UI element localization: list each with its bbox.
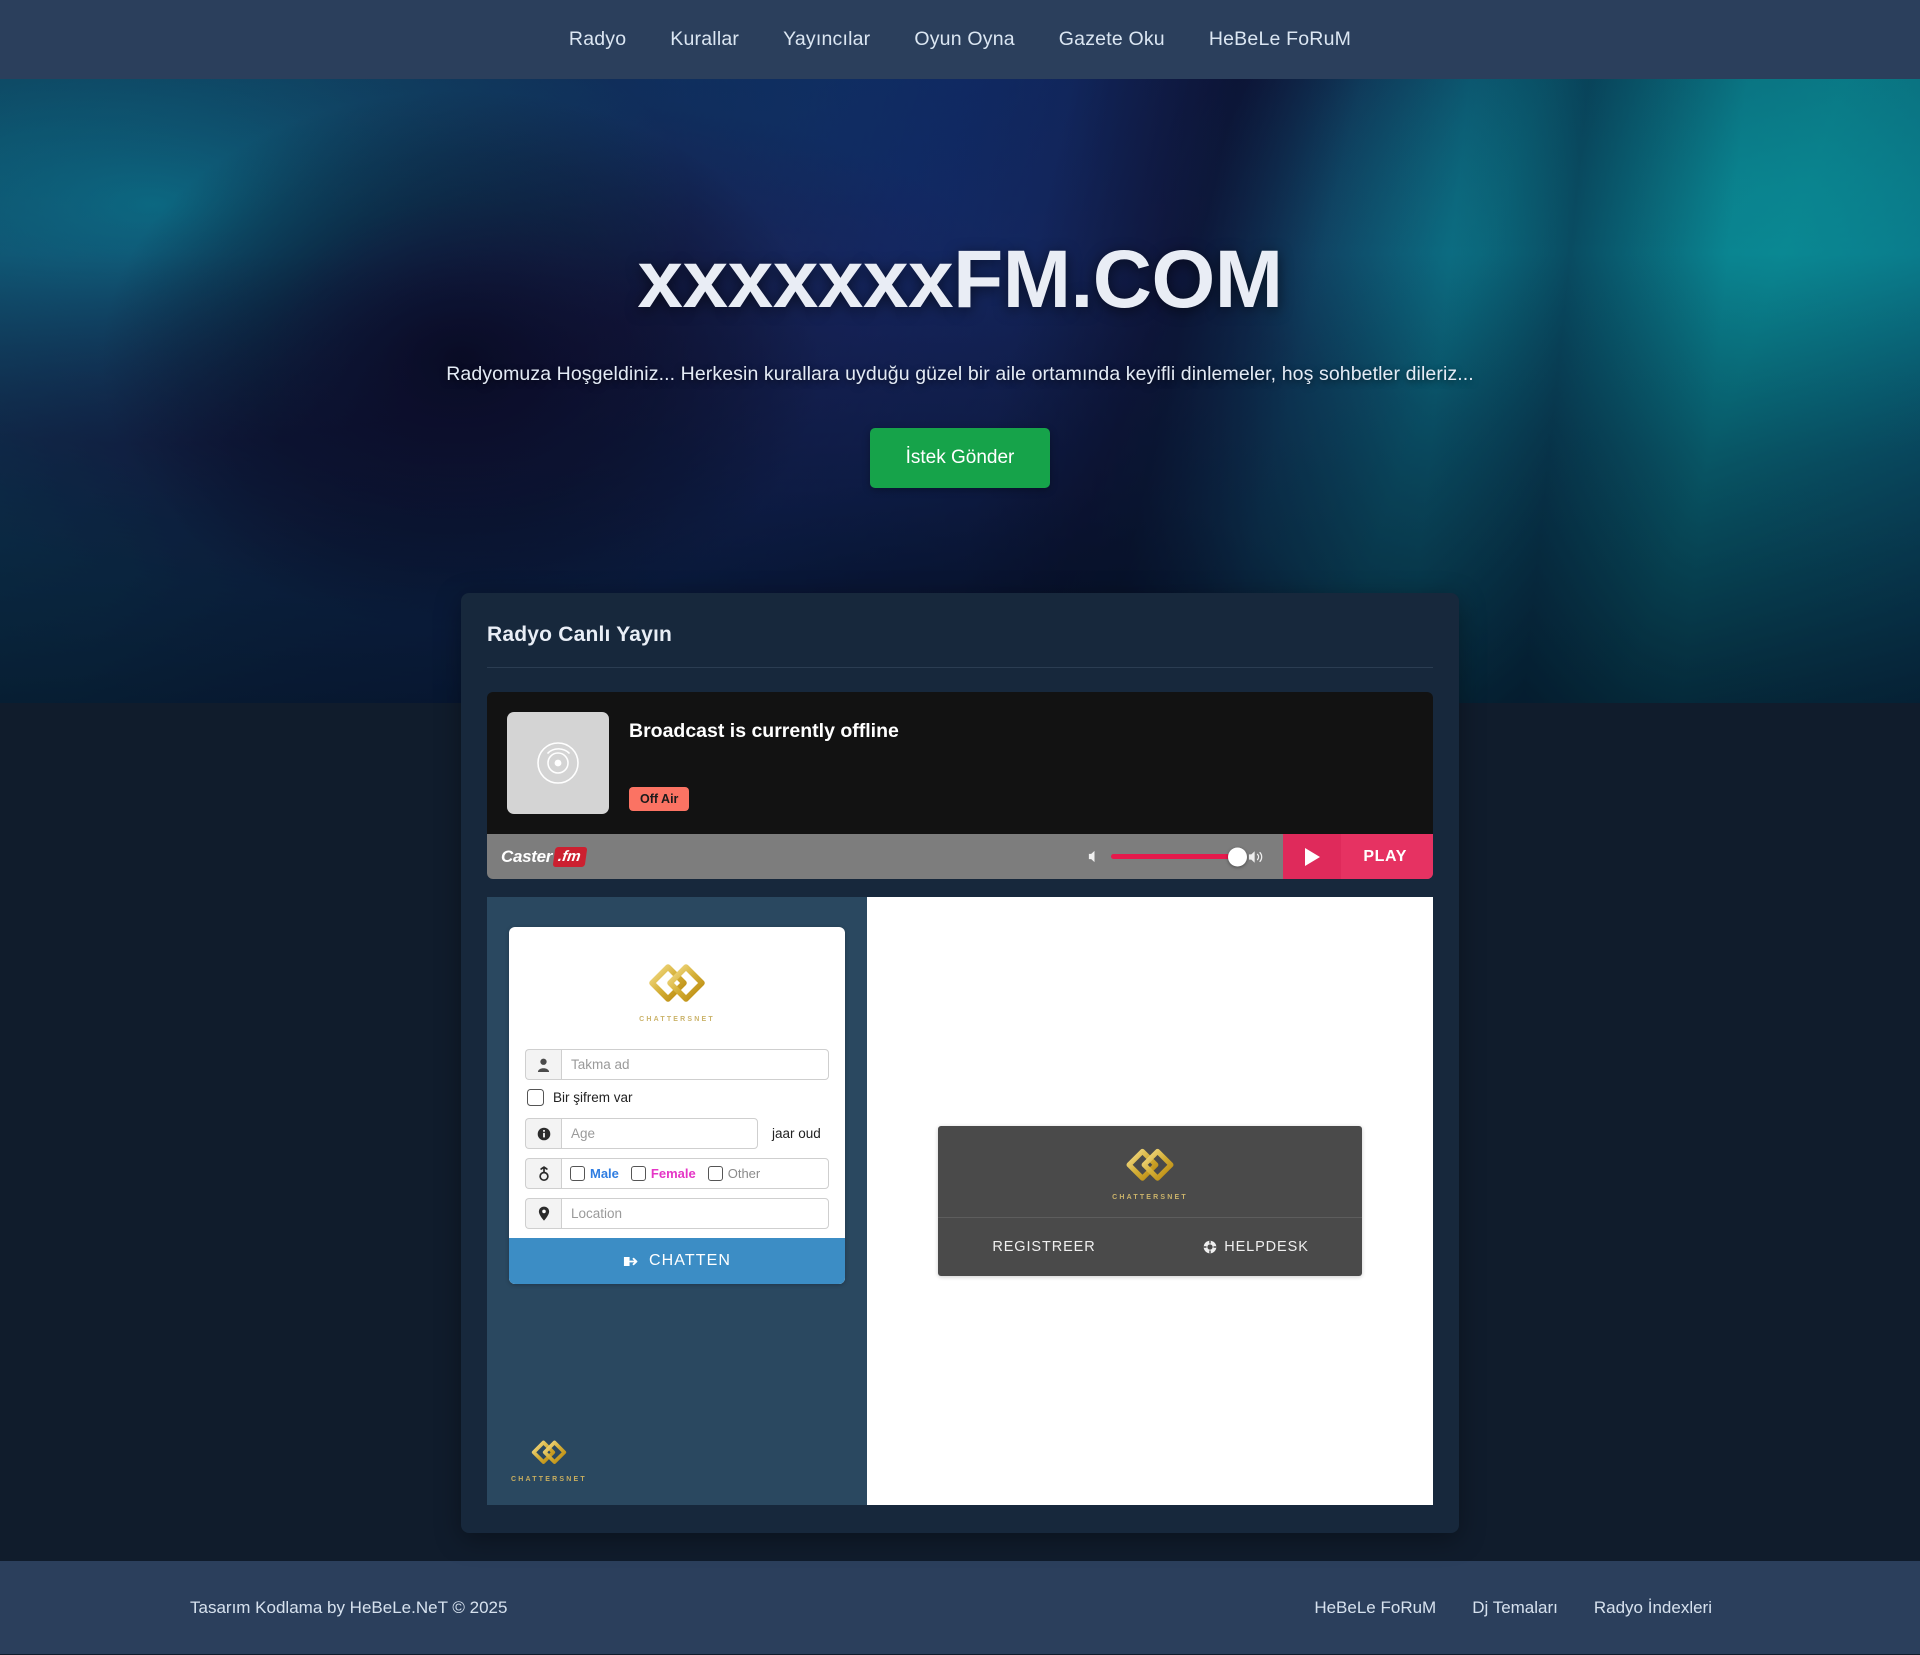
main-navbar: Radyo Kurallar Yayıncılar Oyun Oyna Gaze… — [0, 0, 1920, 79]
nickname-input[interactable] — [561, 1049, 829, 1080]
footer-link-dj-temalari[interactable]: Dj Temaları — [1454, 1598, 1576, 1618]
registreer-link[interactable]: REGISTREER — [938, 1218, 1150, 1276]
volume-slider-knob[interactable] — [1228, 847, 1248, 866]
gender-option-other[interactable]: Other — [707, 1166, 769, 1181]
nav-link-kurallar[interactable]: Kurallar — [648, 18, 761, 61]
player-control-bar: Caster .fm PLAY — [487, 834, 1433, 879]
helpdesk-link[interactable]: HELPDESK — [1150, 1218, 1362, 1276]
radio-player: Broadcast is currently offline Off Air C… — [487, 692, 1433, 879]
hero-title: xxxxxxxFM.COM — [637, 234, 1283, 325]
chat-area: CHATTERSNET Bir şifrem var — [487, 897, 1433, 1505]
player-info-row: Broadcast is currently offline Off Air — [487, 692, 1433, 834]
nav-link-hebele-forum[interactable]: HeBeLe FoRuM — [1187, 18, 1373, 61]
nav-link-gazete-oku[interactable]: Gazete Oku — [1037, 18, 1187, 61]
gender-male-checkbox[interactable] — [570, 1166, 585, 1181]
gender-male-label: Male — [590, 1166, 619, 1181]
gender-options: Male Female Other — [561, 1158, 829, 1189]
chattersnet-panel-logo: CHATTERSNET — [938, 1126, 1362, 1218]
footer-links: HeBeLe FoRuM Dj Temaları Radyo İndexleri — [1296, 1598, 1730, 1618]
chattersnet-panel-caption: CHATTERSNET — [1112, 1194, 1188, 1201]
user-icon — [525, 1049, 561, 1080]
hero-subtitle: Radyomuza Hoşgeldiniz... Herkesin kurall… — [446, 363, 1474, 385]
nav-link-yayincilar[interactable]: Yayıncılar — [761, 18, 892, 61]
age-input[interactable] — [561, 1118, 758, 1149]
gender-female-label: Female — [650, 1166, 696, 1181]
gender-option-male[interactable]: Male — [570, 1166, 627, 1181]
have-password-label: Bir şifrem var — [553, 1090, 633, 1105]
gender-other-label: Other — [727, 1166, 761, 1181]
footer-link-hebele-forum[interactable]: HeBeLe FoRuM — [1296, 1598, 1454, 1618]
info-icon — [525, 1118, 561, 1149]
nickname-field-row — [525, 1049, 829, 1080]
request-song-button[interactable]: İstek Gönder — [869, 428, 1051, 488]
registreer-label: REGISTREER — [992, 1239, 1096, 1255]
nav-item: Oyun Oyna — [892, 18, 1036, 61]
chattersnet-watermark: CHATTERSNET — [511, 1440, 587, 1483]
hero-content: xxxxxxxFM.COM Radyomuza Hoşgeldiniz... H… — [0, 79, 1920, 488]
age-suffix-label: jaar oud — [772, 1126, 821, 1141]
speaker-max-icon[interactable] — [1248, 849, 1267, 865]
vinyl-disc-icon — [537, 742, 579, 784]
chattersnet-watermark-caption: CHATTERSNET — [511, 1476, 587, 1483]
location-input[interactable] — [561, 1198, 829, 1229]
off-air-badge: Off Air — [629, 787, 690, 811]
player-meta: Broadcast is currently offline Off Air — [629, 712, 899, 811]
nav-item: Radyo — [547, 18, 648, 61]
chatten-submit-label: CHATTEN — [648, 1252, 732, 1269]
helpdesk-label: HELPDESK — [1224, 1239, 1309, 1255]
age-field-row: jaar oud — [525, 1118, 829, 1149]
gender-other-checkbox[interactable] — [707, 1166, 723, 1181]
chattersnet-info-panel: CHATTERSNET REGISTREER HELPDESK — [938, 1126, 1362, 1276]
speaker-mute-icon[interactable] — [1087, 849, 1102, 864]
nav-item: Kurallar — [648, 18, 761, 61]
footer-link-radyo-indexleri[interactable]: Radyo İndexleri — [1576, 1598, 1730, 1618]
play-button[interactable]: PLAY — [1283, 834, 1433, 879]
nav-item: Gazete Oku — [1037, 18, 1187, 61]
radio-card-wrapper: Radyo Canlı Yayın Broadcast is currently… — [0, 593, 1920, 1533]
volume-slider[interactable] — [1111, 847, 1248, 866]
chattersnet-logo: CHATTERSNET — [525, 949, 829, 1049]
have-password-row[interactable]: Bir şifrem var — [527, 1089, 829, 1106]
radio-card-title: Radyo Canlı Yayın — [487, 617, 1433, 668]
chattersnet-panel-actions: REGISTREER HELPDESK — [938, 1218, 1362, 1276]
nav-item: Yayıncılar — [761, 18, 892, 61]
casterfm-logo[interactable]: Caster .fm — [501, 846, 588, 867]
gender-option-female[interactable]: Female — [630, 1166, 704, 1181]
chattersnet-logo-caption: CHATTERSNET — [639, 1016, 715, 1023]
nav-link-oyun-oyna[interactable]: Oyun Oyna — [892, 18, 1036, 61]
play-triangle-icon — [1283, 834, 1342, 879]
album-art-placeholder — [507, 712, 609, 814]
location-field-row — [525, 1198, 829, 1229]
nav-list: Radyo Kurallar Yayıncılar Oyun Oyna Gaze… — [547, 18, 1373, 61]
play-button-label: PLAY — [1363, 847, 1407, 865]
nav-item: HeBeLe FoRuM — [1187, 18, 1373, 61]
gender-field-row: Male Female Other — [525, 1158, 829, 1189]
broadcast-status-text: Broadcast is currently offline — [629, 720, 899, 742]
casterfm-word: Caster — [501, 846, 553, 866]
radio-live-card: Radyo Canlı Yayın Broadcast is currently… — [461, 593, 1459, 1533]
footer-copyright: Tasarım Kodlama by HeBeLe.NeT © 2025 — [190, 1597, 508, 1617]
chattersnet-watermark-icon — [531, 1440, 567, 1464]
chattersnet-panel-logo-icon — [1126, 1148, 1174, 1181]
chattersnet-logo-icon — [649, 964, 705, 1002]
page-footer: Tasarım Kodlama by HeBeLe.NeT © 2025 HeB… — [0, 1561, 1920, 1654]
have-password-checkbox[interactable] — [527, 1089, 544, 1106]
gender-female-checkbox[interactable] — [630, 1166, 646, 1181]
chat-iframe-panel: CHATTERSNET REGISTREER HELPDESK — [867, 897, 1433, 1505]
nav-link-radyo[interactable]: Radyo — [547, 18, 648, 61]
volume-group — [1087, 847, 1283, 866]
casterfm-suffix: .fm — [552, 846, 588, 867]
chat-login-panel: CHATTERSNET Bir şifrem var — [487, 897, 867, 1505]
location-pin-icon — [525, 1198, 561, 1229]
sign-in-icon — [623, 1256, 638, 1266]
helpdesk-icon — [1203, 1240, 1217, 1254]
player-right-controls: PLAY — [1087, 834, 1433, 879]
chatten-submit-button[interactable]: CHATTEN — [509, 1238, 845, 1284]
chat-login-form: CHATTERSNET Bir şifrem var — [509, 927, 845, 1284]
gender-symbol-icon — [525, 1158, 561, 1189]
